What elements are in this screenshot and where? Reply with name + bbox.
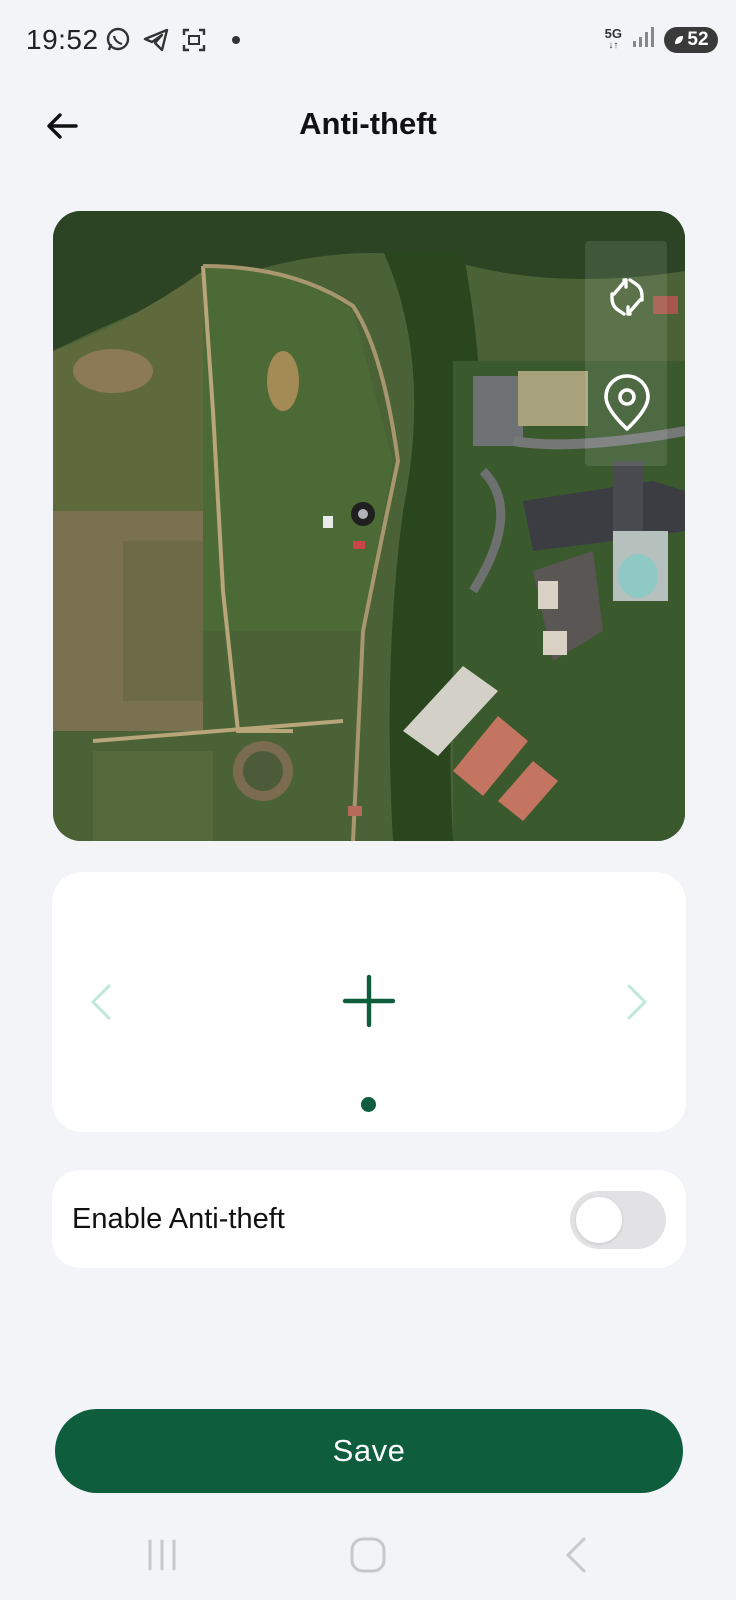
nav-back-button[interactable] xyxy=(546,1530,606,1580)
notification-dot xyxy=(232,36,240,44)
chevron-left-icon xyxy=(91,984,111,1020)
anti-theft-toggle-row: Enable Anti-theft xyxy=(52,1170,686,1268)
back-icon xyxy=(566,1537,586,1573)
home-button[interactable] xyxy=(338,1530,398,1580)
carousel-prev-button[interactable] xyxy=(78,974,122,1030)
battery-icon: 52 xyxy=(664,26,718,53)
system-nav-bar xyxy=(0,1520,736,1590)
notification-icons xyxy=(104,26,240,54)
refresh-icon xyxy=(610,278,644,316)
plus-icon xyxy=(342,974,396,1028)
locate-button[interactable] xyxy=(595,371,659,435)
home-icon xyxy=(350,1537,386,1573)
chevron-right-icon xyxy=(627,984,647,1020)
recents-button[interactable] xyxy=(132,1530,192,1580)
carousel-next-button[interactable] xyxy=(616,974,660,1030)
system-indicators: 5G ↓↑ 52 xyxy=(605,26,718,53)
satellite-map[interactable] xyxy=(53,211,685,841)
recents-icon xyxy=(148,1539,176,1571)
page-title: Anti-theft xyxy=(299,106,437,141)
carousel-page-indicator xyxy=(361,1097,376,1112)
network-type: 5G ↓↑ xyxy=(604,25,622,51)
screenshot-icon xyxy=(180,26,208,54)
anti-theft-label: Enable Anti-theft xyxy=(72,1203,285,1235)
zone-carousel xyxy=(52,872,686,1132)
add-zone-button[interactable] xyxy=(334,966,404,1036)
refresh-button[interactable] xyxy=(595,265,659,329)
signal-icon xyxy=(632,26,654,53)
anti-theft-toggle[interactable] xyxy=(570,1191,666,1249)
location-pin-icon xyxy=(604,374,650,431)
app-header: Anti-theft xyxy=(0,90,736,162)
save-button[interactable]: Save xyxy=(55,1409,683,1493)
whatsapp-icon xyxy=(104,26,132,54)
toggle-knob xyxy=(576,1197,622,1243)
anti-theft-screen: 19:52 5G ↓↑ 52 Anti-theft Enable Anti-th… xyxy=(0,0,736,1600)
telegram-icon xyxy=(142,26,170,54)
status-time: 19:52 xyxy=(26,24,99,55)
status-bar: 19:52 5G ↓↑ 52 xyxy=(0,0,736,84)
